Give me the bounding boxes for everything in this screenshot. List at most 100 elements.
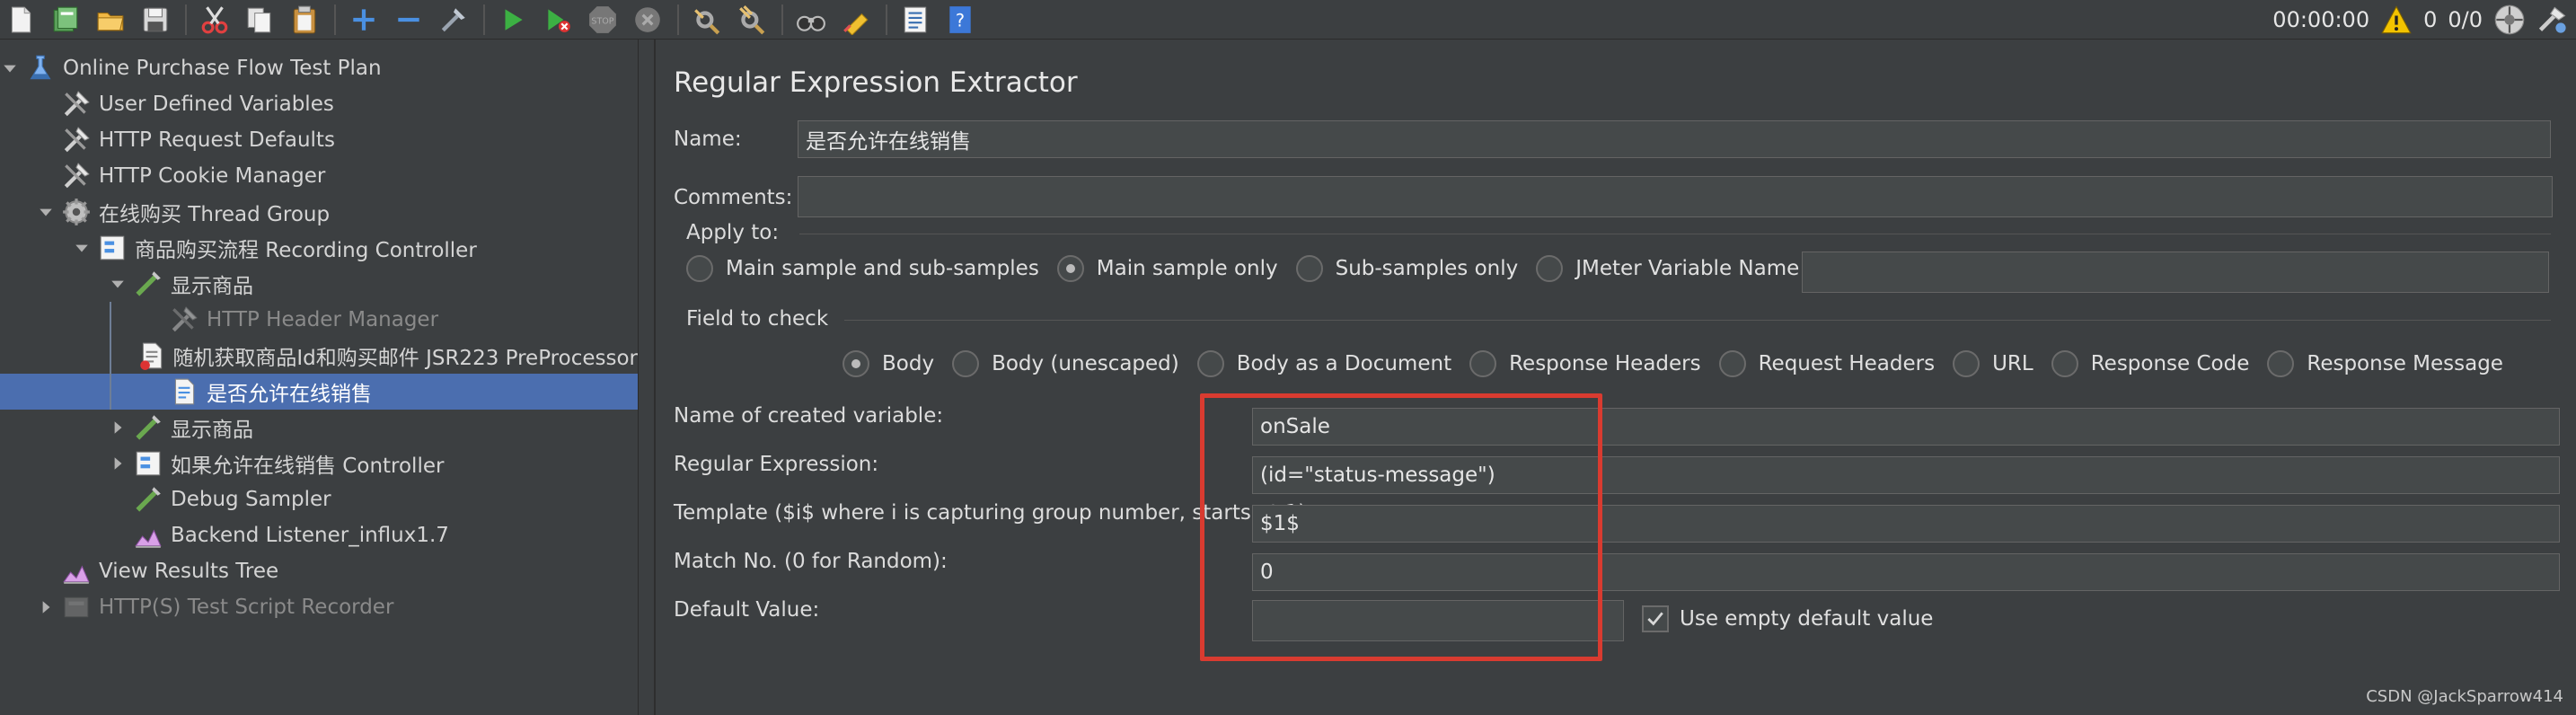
tree-item[interactable]: HTTP Cookie Manager <box>0 158 638 194</box>
field-to-check-border <box>844 320 2551 321</box>
radio-button[interactable] <box>686 255 713 282</box>
tree-item[interactable]: 在线购买 Thread Group <box>0 194 638 230</box>
check-response-code-option[interactable]: Response Code <box>2051 350 2249 377</box>
shutdown-icon[interactable] <box>631 3 665 37</box>
check-url-option[interactable]: URL <box>1953 350 2033 377</box>
check-body-unescaped-option[interactable]: Body (unescaped) <box>952 350 1179 377</box>
new-icon[interactable] <box>4 3 38 37</box>
start-no-pauses-icon[interactable] <box>541 3 575 37</box>
tree-item[interactable]: HTTP(S) Test Script Recorder <box>0 589 638 625</box>
copy-icon[interactable] <box>243 3 277 37</box>
tree-item[interactable]: Backend Listener_influx1.7 <box>0 517 638 553</box>
thread-count: 0/0 <box>2448 7 2483 32</box>
regex-field[interactable]: (id="status-message") <box>1252 456 2560 494</box>
log-viewer-icon[interactable] <box>2536 4 2569 36</box>
apply-to-title: Apply to: <box>686 221 780 244</box>
expand-arrow-icon[interactable] <box>72 238 92 258</box>
collapse-arrow-icon[interactable] <box>36 597 56 617</box>
clear-icon[interactable] <box>690 3 724 37</box>
option-label: Body <box>882 352 935 375</box>
template-field[interactable]: $1$ <box>1252 505 2560 543</box>
toggle-icon[interactable] <box>437 3 471 37</box>
expand-arrow-icon[interactable] <box>0 58 20 78</box>
apply-to-options: Main sample and sub-samples Main sample … <box>686 255 1888 282</box>
check-response-message-option[interactable]: Response Message <box>2267 350 2503 377</box>
variable-name-value: onSale <box>1260 415 1330 438</box>
radio-button[interactable] <box>1056 255 1084 282</box>
radio-button[interactable] <box>1469 350 1497 377</box>
use-empty-default-checkbox[interactable] <box>1642 605 1669 632</box>
match-no-label: Match No. (0 for Random): <box>674 550 948 573</box>
comments-field[interactable] <box>798 176 2553 217</box>
tree-toggle-placeholder <box>108 490 128 509</box>
start-icon[interactable] <box>496 3 530 37</box>
stop-icon[interactable]: STOP <box>586 3 620 37</box>
name-field[interactable]: 是否允许在线销售 <box>798 120 2551 158</box>
expand-arrow-icon[interactable] <box>108 274 128 294</box>
tree-item[interactable]: 显示商品 <box>0 410 638 446</box>
function-helper-icon[interactable] <box>898 3 932 37</box>
expand-icon[interactable] <box>347 3 381 37</box>
radio-button[interactable] <box>1536 255 1564 282</box>
radio-button[interactable] <box>1196 350 1224 377</box>
tree-item[interactable]: 随机获取商品Id和购买邮件 JSR223 PreProcessor <box>0 338 638 374</box>
tree-item-label: View Results Tree <box>99 560 279 583</box>
cut-icon[interactable] <box>198 3 232 37</box>
option-label: Response Headers <box>1509 352 1701 375</box>
expand-arrow-icon[interactable] <box>36 202 56 222</box>
match-no-field[interactable]: 0 <box>1252 553 2560 591</box>
paste-icon[interactable] <box>287 3 322 37</box>
check-body-document-option[interactable]: Body as a Document <box>1196 350 1451 377</box>
apply-main-and-sub-option[interactable]: Main sample and sub-samples <box>686 255 1039 282</box>
help-icon[interactable]: ? <box>943 3 977 37</box>
apply-sub-only-option[interactable]: Sub-samples only <box>1295 255 1518 282</box>
warning-icon[interactable] <box>2380 4 2413 36</box>
tree-item[interactable]: HTTP Request Defaults <box>0 122 638 158</box>
tree-item[interactable]: Debug Sampler <box>0 481 638 517</box>
save-icon[interactable] <box>138 3 172 37</box>
variable-name-label: Name of created variable: <box>674 404 944 428</box>
radio-button[interactable] <box>1295 255 1323 282</box>
tree-item[interactable]: 是否允许在线销售 <box>0 374 638 410</box>
extractor-icon <box>167 375 201 409</box>
reset-search-icon[interactable] <box>839 3 873 37</box>
use-empty-default-option[interactable]: Use empty default value <box>1642 605 1933 632</box>
radio-button[interactable] <box>1953 350 1981 377</box>
tree-item[interactable]: User Defined Variables <box>0 86 638 122</box>
radio-button[interactable] <box>1718 350 1746 377</box>
check-response-headers-option[interactable]: Response Headers <box>1469 350 1701 377</box>
tree-item[interactable]: Online Purchase Flow Test Plan <box>0 50 638 86</box>
apply-main-only-option[interactable]: Main sample only <box>1056 255 1278 282</box>
default-value-field[interactable] <box>1252 600 1624 641</box>
open-icon[interactable] <box>93 3 128 37</box>
remote-icon[interactable] <box>2493 4 2526 36</box>
radio-button[interactable] <box>842 350 869 377</box>
jmeter-variable-field[interactable] <box>1802 252 2549 293</box>
templates-icon[interactable] <box>49 3 83 37</box>
tree-item[interactable]: View Results Tree <box>0 553 638 589</box>
watermark: CSDN @JackSparrow414 <box>2366 687 2563 706</box>
tree-toggle-placeholder <box>36 94 56 114</box>
collapse-arrow-icon[interactable] <box>108 454 128 473</box>
radio-button[interactable] <box>2267 350 2295 377</box>
field-to-check-title: Field to check <box>686 307 829 331</box>
collapse-icon[interactable] <box>392 3 426 37</box>
jmeter-window: STOP ? 00:00:00 0 0/0 Online Purchase Fl… <box>0 0 2576 715</box>
search-icon[interactable] <box>794 3 828 37</box>
collapse-arrow-icon[interactable] <box>108 418 128 437</box>
toolbar: STOP ? 00:00:00 0 0/0 <box>0 0 2576 40</box>
tree-item[interactable]: 如果允许在线销售 Controller <box>0 446 638 481</box>
variable-name-field[interactable]: onSale <box>1252 408 2560 446</box>
listener-icon <box>59 554 93 588</box>
radio-button[interactable] <box>2051 350 2078 377</box>
tree-item[interactable]: HTTP Header Manager <box>0 302 638 338</box>
tree-item[interactable]: 商品购买流程 Recording Controller <box>0 230 638 266</box>
tree-item-label: Debug Sampler <box>171 488 331 511</box>
tree-item[interactable]: 显示商品 <box>0 266 638 302</box>
tree-item-label: HTTP Cookie Manager <box>99 164 326 188</box>
check-request-headers-option[interactable]: Request Headers <box>1718 350 1935 377</box>
toolbar-separator <box>886 4 887 35</box>
radio-button[interactable] <box>952 350 980 377</box>
check-body-option[interactable]: Body <box>842 350 934 377</box>
clear-all-icon[interactable] <box>735 3 769 37</box>
